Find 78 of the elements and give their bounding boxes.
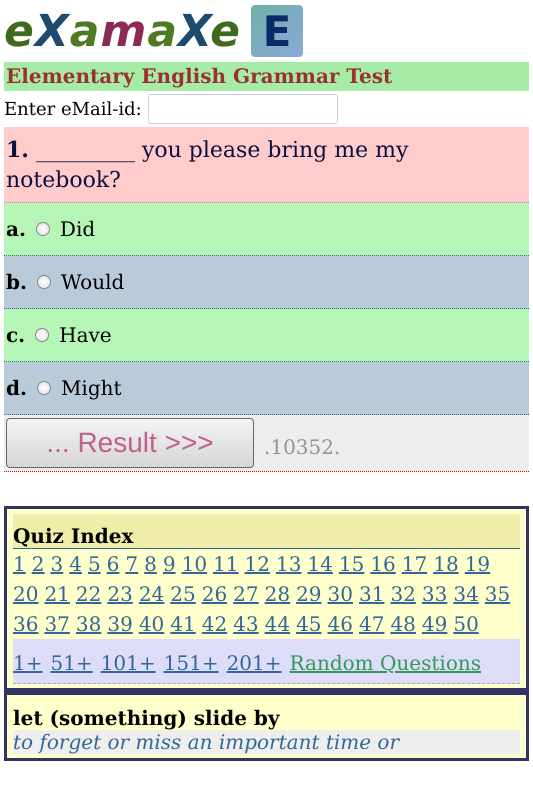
visit-counter: .10352. (264, 435, 340, 459)
quiz-link[interactable]: 22 (76, 579, 102, 609)
quiz-link[interactable]: 36 (13, 609, 38, 639)
quiz-link[interactable]: 23 (107, 579, 133, 609)
quiz-link[interactable]: 31 (358, 579, 384, 609)
quiz-link[interactable]: 19 (464, 549, 490, 579)
quiz-link[interactable]: 18 (433, 549, 459, 579)
quiz-link[interactable]: 12 (244, 549, 270, 579)
option-label: Might (60, 376, 122, 400)
quiz-link[interactable]: 24 (138, 579, 164, 609)
quiz-link[interactable]: 16 (370, 549, 396, 579)
test-title: Elementary English Grammar Test (4, 62, 529, 91)
quiz-link[interactable]: 30 (328, 579, 353, 609)
quiz-link[interactable]: 39 (107, 609, 133, 639)
quiz-link[interactable]: 28 (264, 579, 290, 609)
logo-text: eXamaXe (4, 6, 241, 56)
quiz-link[interactable]: 34 (453, 579, 479, 609)
quiz-link[interactable]: 8 (144, 549, 157, 579)
quiz-link[interactable]: 27 (233, 579, 259, 609)
quiz-link[interactable]: 29 (296, 579, 322, 609)
quiz-link[interactable]: 1 (13, 549, 26, 579)
quiz-link[interactable]: 46 (328, 609, 353, 639)
email-field[interactable] (148, 94, 338, 124)
range-link[interactable]: 1+ (13, 651, 42, 675)
question-text: 1. _________ you please bring me my notebook? (4, 127, 529, 203)
range-link[interactable]: 51+ (50, 651, 93, 675)
quiz-link[interactable]: 9 (162, 549, 176, 579)
quiz-link[interactable]: 33 (422, 579, 448, 609)
quiz-link[interactable]: 48 (390, 609, 416, 639)
result-button[interactable]: ... Result >>> (6, 418, 254, 468)
radio-button[interactable] (35, 328, 50, 342)
quiz-link[interactable]: 45 (296, 609, 322, 639)
quiz-link[interactable]: 11 (213, 549, 239, 579)
quiz-link[interactable]: 6 (106, 549, 120, 579)
quiz-link[interactable]: 37 (44, 609, 70, 639)
quiz-link[interactable]: 38 (76, 609, 102, 639)
quiz-link[interactable]: 25 (170, 579, 196, 609)
quiz-link[interactable]: 17 (402, 549, 428, 579)
quiz-link[interactable]: 49 (422, 609, 448, 639)
option-label: Have (59, 323, 112, 347)
radio-button[interactable] (36, 222, 50, 236)
option-letter: b. (6, 270, 27, 294)
quiz-link[interactable]: 32 (390, 579, 416, 609)
quiz-index-heading: Quiz Index (13, 514, 520, 549)
option-label: Would (60, 270, 124, 294)
quiz-link[interactable]: 2 (32, 549, 44, 579)
quiz-link[interactable]: 20 (13, 579, 38, 609)
quiz-link[interactable]: 7 (125, 549, 138, 579)
logo-badge: E (251, 5, 303, 57)
quiz-link[interactable]: 50 (453, 609, 479, 639)
quiz-link[interactable]: 13 (276, 549, 302, 579)
radio-button[interactable] (36, 381, 51, 395)
quiz-link[interactable]: 21 (44, 579, 70, 609)
idiom-meaning: to forget or miss an important time or (13, 730, 520, 754)
quiz-link[interactable]: 40 (138, 609, 164, 639)
option-letter: d. (6, 376, 27, 400)
option-label: Did (60, 217, 96, 241)
quiz-link[interactable]: 5 (88, 549, 101, 579)
quiz-link[interactable]: 4 (69, 549, 82, 579)
quiz-link[interactable]: 47 (358, 609, 384, 639)
option-letter: a. (6, 217, 26, 241)
range-link[interactable]: 151+ (164, 651, 219, 675)
quiz-link[interactable]: 35 (484, 579, 510, 609)
quiz-link[interactable]: 15 (338, 549, 364, 579)
quiz-link[interactable]: 3 (50, 549, 64, 579)
radio-button[interactable] (36, 275, 51, 289)
email-label: Enter eMail-id: (4, 98, 142, 120)
range-link[interactable]: 201+ (226, 651, 282, 675)
quiz-link[interactable]: 26 (202, 579, 228, 609)
idiom-phrase: let (something) slide by (13, 705, 281, 730)
quiz-link[interactable]: 43 (233, 609, 259, 639)
quiz-link[interactable]: 44 (264, 609, 290, 639)
quiz-link[interactable]: 42 (202, 609, 228, 639)
option-letter: c. (6, 323, 26, 347)
range-link[interactable]: 101+ (100, 651, 156, 675)
quiz-link[interactable]: 41 (170, 609, 196, 639)
quiz-link[interactable]: 10 (182, 549, 208, 579)
quiz-link[interactable]: 14 (307, 549, 333, 579)
